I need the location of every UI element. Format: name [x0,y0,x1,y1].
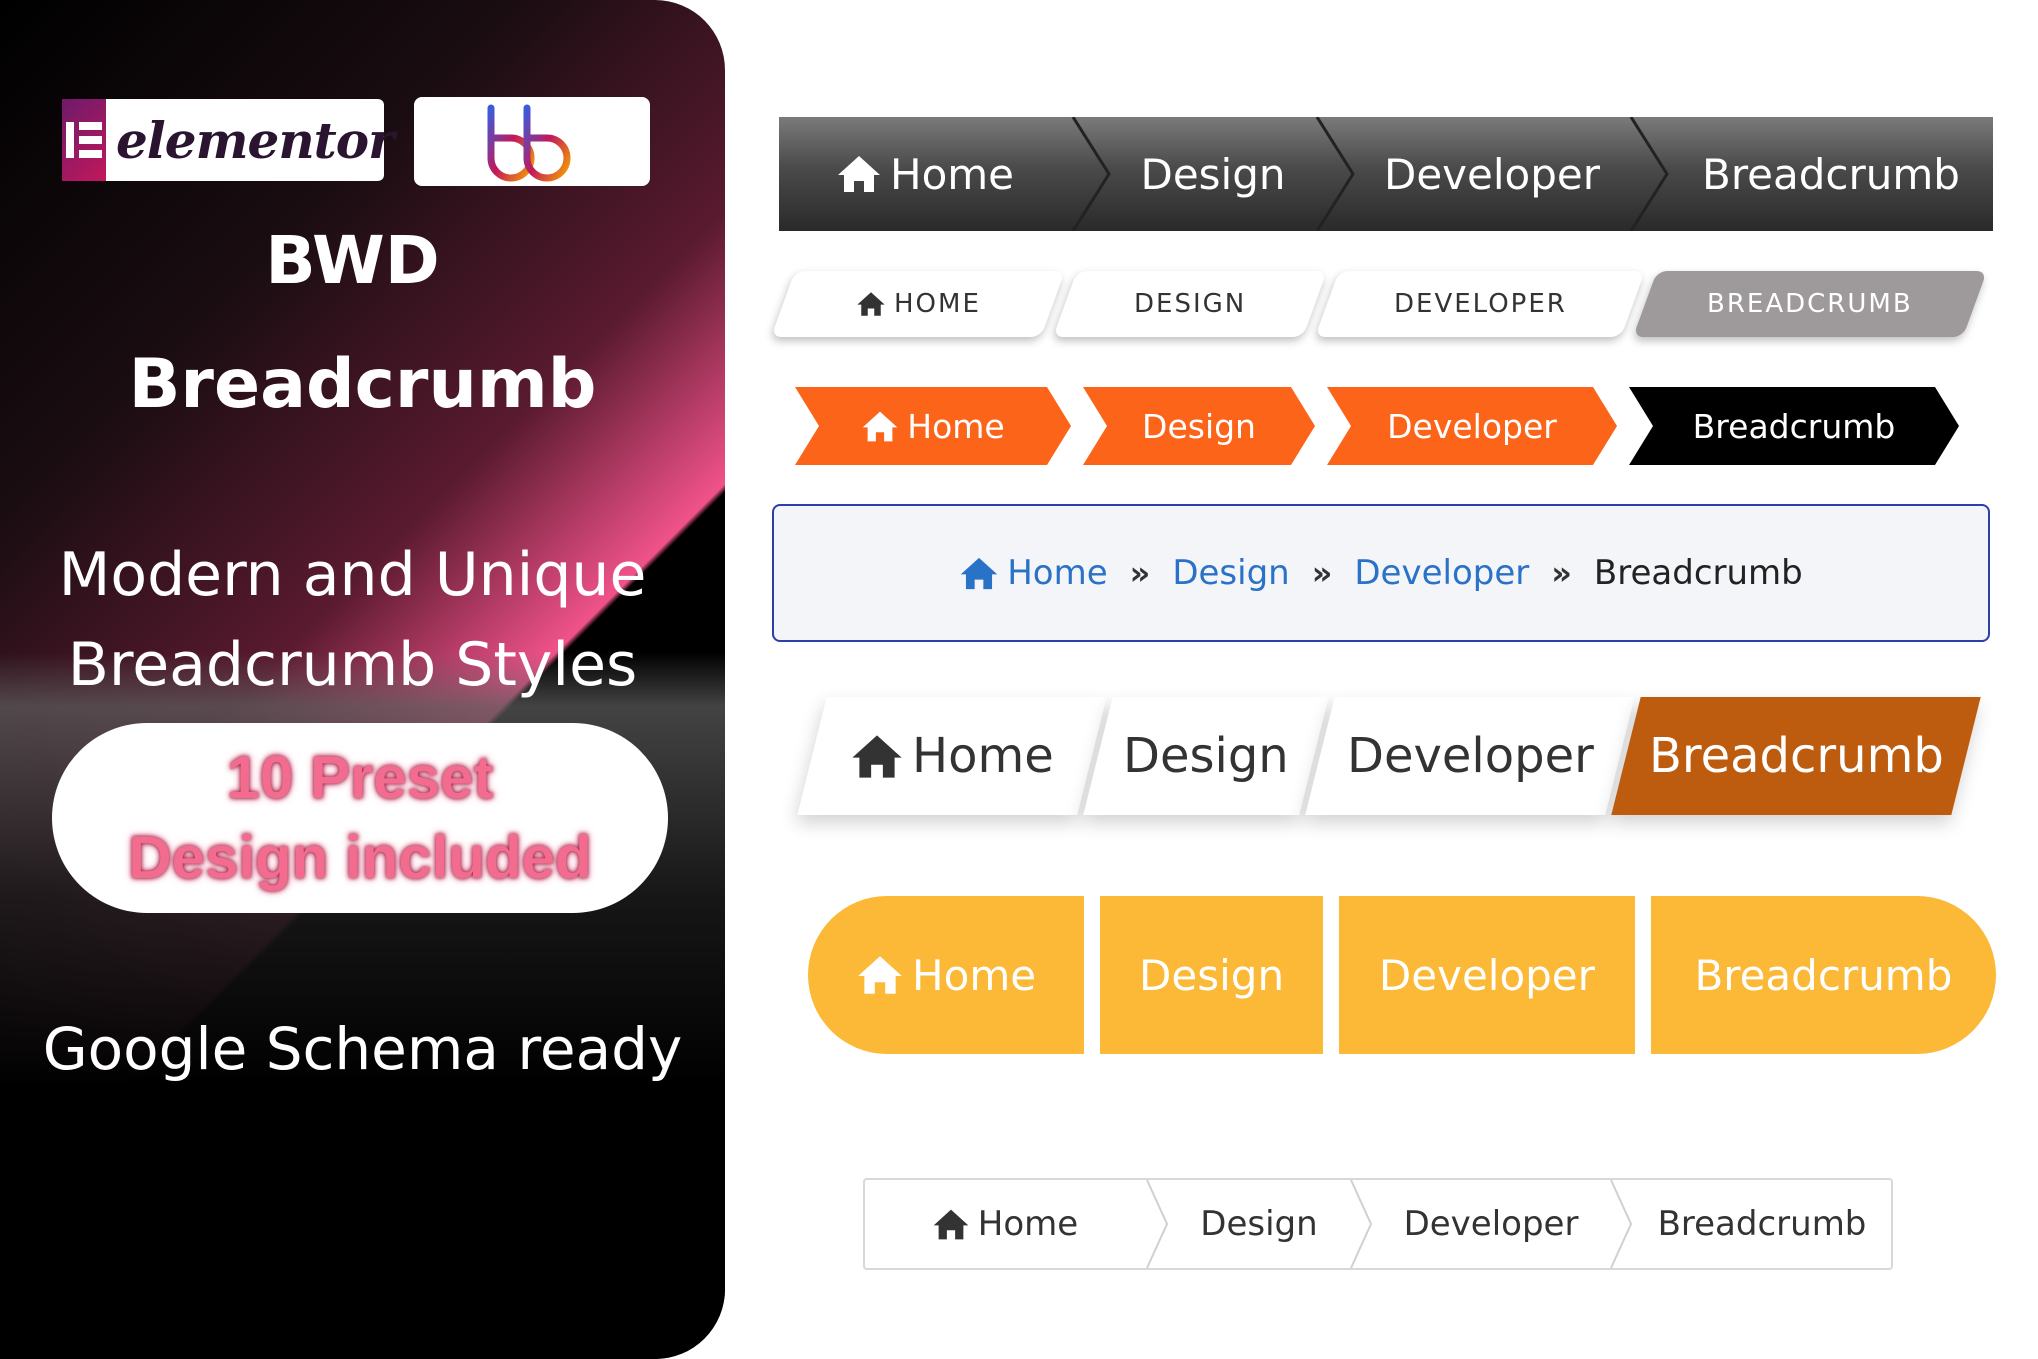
breadcrumb-style-7: Home Design Developer Breadcrumb [863,1178,1893,1270]
elementor-wordmark: elementor [116,110,394,170]
breadcrumb-label: Developer [1387,406,1557,446]
breadcrumb-item-design[interactable]: Design [1169,1180,1349,1268]
breadcrumb-label: Developer [1354,553,1530,593]
breadcrumb-label: Developer [1383,149,1600,199]
breadcrumb-item-home[interactable]: Home [779,117,1071,231]
product-title-line2: Breadcrumb [128,345,597,424]
product-title-line1: BWD [265,222,440,299]
breadcrumb-separator [1350,1180,1373,1268]
breadcrumb-style-1: Home Design Developer Breadcrumb [779,117,1993,231]
home-icon [959,556,999,591]
breadcrumb-item-current: Breadcrumb [1629,387,1959,465]
home-icon [850,733,904,780]
breadcrumb-item-design[interactable]: Design [1100,896,1323,1054]
breadcrumb-label: DEVELOPER [1393,289,1567,319]
double-chevron-icon: » [1311,554,1333,592]
preset-badge-line1: 10 Preset [226,744,494,811]
schema-feature: Google Schema ready [42,1015,683,1083]
elementor-e-icon [66,122,102,158]
breadcrumb-label: DESIGN [1133,289,1247,319]
elementor-logo: elementor [62,99,394,181]
breadcrumb-label: Breadcrumb [1657,1204,1867,1244]
breadcrumb-item-design[interactable]: Design [1083,697,1329,815]
breadcrumb-item-developer[interactable]: Developer [1339,896,1635,1054]
breadcrumb-separator [1071,117,1111,231]
breadcrumb-label: Home [912,950,1037,1000]
breadcrumb-label: Breadcrumb [1692,406,1896,446]
breadcrumb-label: Developer [1403,1204,1579,1244]
double-chevron-icon: » [1551,554,1572,592]
breadcrumb-item-current: Breadcrumb [1633,1180,1891,1268]
breadcrumb-item-design[interactable]: Design [1111,117,1315,231]
breadcrumb-item-current: BREADCRUMB [1632,271,1988,337]
double-chevron-icon: » [1129,554,1151,592]
bb-logo [414,97,650,186]
breadcrumb-style-6: Home Design Developer Breadcrumb [808,896,1996,1054]
breadcrumb-style-4: Home » Design » Developer » Breadcrumb [772,504,1990,642]
breadcrumb-label: Design [1139,950,1285,1000]
elementor-logo-mark [62,99,106,181]
breadcrumb-label: Design [1200,1204,1318,1244]
breadcrumb-label: Breadcrumb [1694,950,1953,1000]
breadcrumb-label: Developer [1346,728,1594,784]
home-icon [861,410,899,443]
subtitle-line2: Breadcrumb Styles [67,630,638,700]
breadcrumb-label: Breadcrumb [1593,553,1803,593]
home-icon [856,954,904,996]
breadcrumb-item-current: Breadcrumb [1669,117,1993,231]
breadcrumb-item-developer[interactable]: Developer [1355,117,1629,231]
breadcrumb-item-home[interactable]: Home [797,697,1107,815]
breadcrumb-label: Home [977,1204,1079,1244]
breadcrumb-item-design[interactable]: Design [1172,553,1289,593]
breadcrumb-label: Developer [1378,950,1595,1000]
breadcrumb-label: HOME [893,289,981,319]
breadcrumb-style-3: Home Design Developer Breadcrumb [795,387,1985,465]
breadcrumb-label: Design [1172,553,1290,593]
breadcrumb-label: Design [1142,406,1256,446]
breadcrumb-item-developer[interactable]: Developer [1373,1180,1609,1268]
breadcrumb-label: Breadcrumb [1702,149,1960,199]
breadcrumb-style-2: HOME DESIGN DEVELOPER BREADCRUMB [770,271,1989,337]
promo-panel: elementor BWD Breadcrumb Modern and Uniq… [0,0,725,1359]
breadcrumb-item-home[interactable]: Home [795,387,1071,465]
preset-badge-line2: Design included [128,824,592,891]
home-icon [836,154,882,194]
breadcrumb-item-home[interactable]: HOME [770,271,1066,337]
breadcrumb-label: Home [907,406,1005,446]
breadcrumb-item-developer[interactable]: Developer [1327,387,1617,465]
breadcrumb-separator [1146,1180,1169,1268]
breadcrumb-item-developer[interactable]: DEVELOPER [1314,271,1646,337]
home-icon [932,1208,970,1241]
breadcrumb-separator [1629,117,1669,231]
breadcrumb-item-current: Breadcrumb [1611,697,1981,815]
breadcrumb-item-design[interactable]: DESIGN [1052,271,1328,337]
breadcrumb-label: BREADCRUMB [1707,289,1913,319]
subtitle-line1: Modern and Unique [58,540,647,610]
breadcrumb-label: Home [889,149,1015,199]
breadcrumb-label: Home [1007,553,1108,593]
breadcrumb-item-current: Breadcrumb [1594,553,1803,593]
breadcrumb-style-5: Home Design Developer Breadcrumb [797,697,1981,815]
breadcrumb-item-developer[interactable]: Developer [1305,697,1635,815]
home-icon [856,291,886,317]
breadcrumb-item-home[interactable]: Home [959,553,1108,593]
breadcrumb-item-home[interactable]: Home [808,896,1085,1054]
bb-logo-icon [487,104,571,181]
breadcrumb-label: Design [1123,728,1289,784]
subtitle: Modern and Unique Breadcrumb Styles [20,530,685,710]
breadcrumb-item-current: Breadcrumb [1650,896,1996,1054]
breadcrumb-separator [1610,1180,1633,1268]
breadcrumb-label: Design [1140,149,1286,199]
breadcrumb-item-home[interactable]: Home [865,1180,1145,1268]
preset-badge: 10 Preset Design included [52,723,668,913]
breadcrumb-label: Home [912,728,1054,784]
breadcrumb-separator [1315,117,1355,231]
breadcrumb-item-design[interactable]: Design [1083,387,1315,465]
breadcrumb-label: Breadcrumb [1648,728,1944,784]
breadcrumb-item-developer[interactable]: Developer [1354,553,1529,593]
